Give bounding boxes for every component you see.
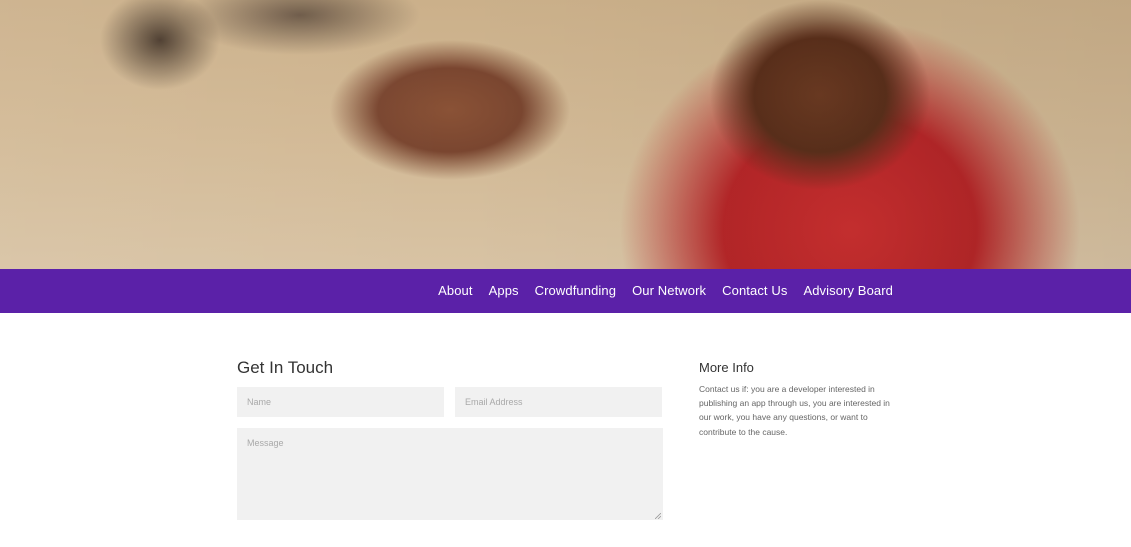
email-field[interactable] (455, 387, 662, 417)
hero-overlay (0, 0, 1131, 270)
resize-handle-icon[interactable] (655, 513, 661, 519)
nav-link-advisory-board[interactable]: Advisory Board (803, 283, 893, 298)
nav-item-our-network: Our Network (632, 282, 706, 300)
message-field[interactable] (237, 428, 663, 520)
hero-image (0, 0, 1131, 270)
contact-form-title: Get In Touch (237, 358, 334, 377)
more-info-title: More Info (699, 360, 754, 375)
nav-item-advisory-board: Advisory Board (803, 282, 893, 300)
main-navbar: About Apps Crowdfunding Our Network Cont… (0, 269, 1131, 313)
nav-item-contact-us: Contact Us (722, 282, 787, 300)
more-info-text: Contact us if: you are a developer inter… (699, 384, 890, 437)
name-field[interactable] (237, 387, 444, 417)
nav-link-about[interactable]: About (438, 283, 472, 298)
nav-link-crowdfunding[interactable]: Crowdfunding (535, 283, 616, 298)
nav-menu: About Apps Crowdfunding Our Network Cont… (438, 269, 893, 313)
nav-link-our-network[interactable]: Our Network (632, 283, 706, 298)
more-info-section: More Info Contact us if: you are a devel… (699, 360, 899, 439)
contact-form-row (237, 387, 663, 417)
nav-link-apps[interactable]: Apps (489, 283, 519, 298)
contact-form-section: Get In Touch (237, 358, 663, 520)
nav-link-contact-us[interactable]: Contact Us (722, 283, 787, 298)
nav-item-crowdfunding: Crowdfunding (535, 282, 616, 300)
nav-item-about: About (438, 282, 472, 300)
nav-item-apps: Apps (489, 282, 519, 300)
